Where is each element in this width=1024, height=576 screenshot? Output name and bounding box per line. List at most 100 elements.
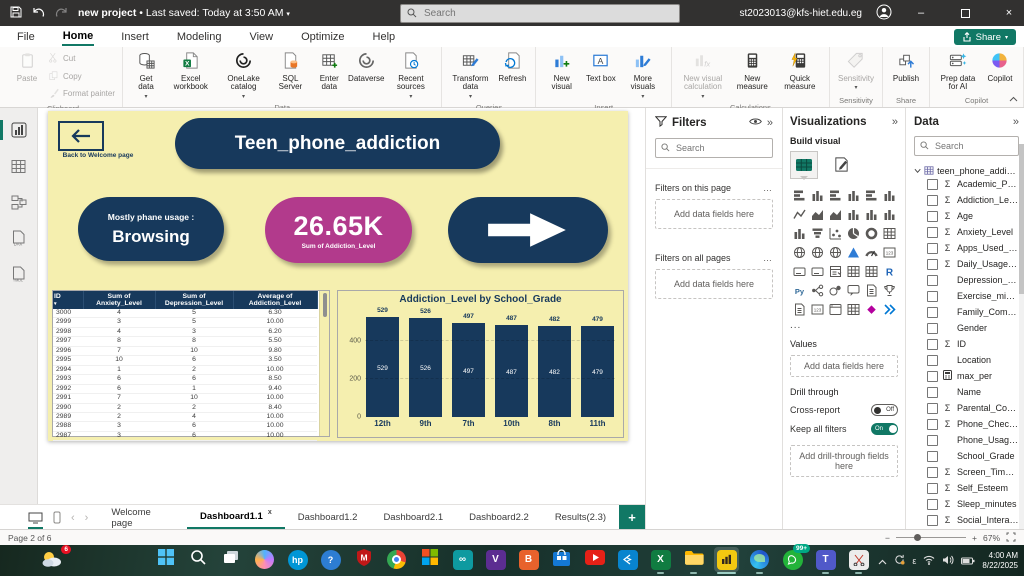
field-checkbox[interactable] — [927, 307, 938, 318]
field-location[interactable]: Location — [914, 352, 1019, 368]
next-page-arrow-button[interactable] — [448, 197, 608, 263]
field-checkbox[interactable] — [927, 195, 938, 206]
filters-all-more-icon[interactable]: … — [763, 253, 773, 263]
taskbar-hp-icon[interactable]: hp — [285, 547, 310, 572]
taskbar-widgets-icon[interactable] — [252, 547, 277, 572]
undo-icon[interactable] — [32, 6, 45, 21]
table-view-icon[interactable] — [0, 154, 37, 178]
field-name[interactable]: Name — [914, 384, 1019, 400]
cross-report-toggle[interactable]: Off — [871, 404, 898, 416]
clustered-bar-chart-icon[interactable] — [829, 189, 842, 204]
kpi-icon[interactable] — [811, 265, 824, 280]
decomposition-tree-icon[interactable] — [811, 284, 824, 299]
taskbar-arduino-icon[interactable]: ∞ — [450, 547, 475, 572]
clock[interactable]: 4:00 AM 8/22/2025 — [982, 551, 1018, 571]
chart-bar-group[interactable]: 482482 — [538, 313, 571, 417]
field-academic-per-[interactable]: ΣAcademic_Per... — [914, 176, 1019, 192]
power-automate-visual-icon[interactable] — [847, 303, 860, 318]
page-tab-dashboard2.1[interactable]: Dashboard2.1 — [370, 505, 456, 530]
chart-bar-group[interactable]: 529529 — [366, 313, 399, 417]
donut-chart-icon[interactable] — [865, 227, 878, 242]
field-max-per[interactable]: max_per — [914, 368, 1019, 384]
menu-item-file[interactable]: File — [16, 29, 36, 45]
field-age[interactable]: ΣAge — [914, 208, 1019, 224]
field-checkbox[interactable] — [927, 387, 938, 398]
search-input[interactable] — [422, 7, 673, 20]
field-checkbox[interactable] — [927, 371, 938, 382]
field-checkbox[interactable] — [927, 435, 938, 446]
q-and-a-icon[interactable] — [847, 284, 860, 299]
dax-query-view-icon[interactable]: DAX — [0, 226, 37, 250]
field-phone-checks-[interactable]: ΣPhone_Checks... — [914, 416, 1019, 432]
field-checkbox[interactable] — [927, 243, 938, 254]
taskbar-microsoft-365-icon[interactable] — [417, 547, 442, 572]
format-visual-tab[interactable] — [828, 151, 854, 177]
next-page-icon[interactable]: › — [85, 512, 89, 524]
field-checkbox[interactable] — [927, 275, 938, 286]
field-checkbox[interactable] — [927, 467, 938, 478]
project-title[interactable]: new project • Last saved: Today at 3:50 … — [78, 7, 290, 19]
menu-item-help[interactable]: Help — [372, 29, 397, 45]
new-page-button[interactable]: + — [619, 505, 645, 530]
multi-row-card-icon[interactable]: 123 — [883, 246, 896, 261]
power-automate-icon[interactable] — [883, 303, 896, 318]
close-button[interactable]: × — [994, 0, 1024, 26]
map-icon[interactable] — [793, 246, 806, 261]
filters-search-input[interactable] — [674, 142, 767, 154]
build-visual-tab[interactable] — [790, 151, 818, 179]
zoom-slider-thumb[interactable] — [914, 534, 921, 541]
field-family-comm-[interactable]: Family_Comm... — [914, 304, 1019, 320]
ribbon-button-sensitivity[interactable]: Sensitivity▾ — [837, 50, 875, 93]
menu-item-insert[interactable]: Insert — [120, 29, 150, 45]
sync-icon[interactable] — [894, 552, 905, 570]
taskbar-visual-studio-icon[interactable]: V — [483, 547, 508, 572]
menu-item-optimize[interactable]: Optimize — [300, 29, 345, 45]
field-checkbox[interactable] — [927, 339, 938, 350]
field-checkbox[interactable] — [927, 483, 938, 494]
ribbon-button-copy[interactable]: Copy — [48, 70, 115, 85]
kpi-phone-usage[interactable]: Mostly phane usage : Browsing — [78, 197, 224, 261]
page-tab-results-2.3-[interactable]: Results(2.3) — [542, 505, 619, 530]
field-screen-time-[interactable]: ΣScreen_Time_... — [914, 464, 1019, 480]
share-button[interactable]: Share ▾ — [954, 29, 1016, 45]
collapse-visualizations-icon[interactable]: » — [892, 116, 898, 128]
field-checkbox[interactable] — [927, 515, 938, 526]
field-anxiety-level[interactable]: ΣAnxiety_Level — [914, 224, 1019, 240]
close-tab-icon[interactable]: x — [268, 509, 272, 516]
drill-through-dropzone[interactable]: Add drill-through fields here — [790, 445, 898, 477]
zoom-slider[interactable] — [896, 537, 966, 538]
summary-table-visual[interactable]: ID▾Sum of Anxiety_LevelSum of Depression… — [52, 290, 330, 437]
page-tab-dashboard1.1[interactable]: Dashboard1.1x — [187, 505, 285, 530]
ribbon-button-cut[interactable]: Cut — [48, 52, 115, 67]
filters-page-dropzone[interactable]: Add data fields here — [655, 199, 773, 229]
field-checkbox[interactable] — [927, 179, 938, 190]
ribbon-button-text-box[interactable]: AText box — [585, 50, 617, 84]
field-exercise-minu-[interactable]: Exercise_minu... — [914, 288, 1019, 304]
eye-icon[interactable] — [749, 117, 762, 129]
card-icon[interactable] — [793, 265, 806, 280]
table-column-header[interactable]: Average of Addiction_Level — [233, 291, 317, 309]
chart-bar-group[interactable]: 526526 — [409, 313, 442, 417]
data-pane-scrollbar-thumb[interactable] — [1019, 144, 1024, 294]
taskbar-power-bi-icon[interactable] — [714, 547, 739, 572]
ribbon-button-new-visual-calculation[interactable]: fxNew visual calculation▾ — [679, 50, 727, 101]
model-view-icon[interactable] — [0, 190, 37, 214]
ribbon-button-refresh[interactable]: Refresh — [496, 50, 528, 84]
taskbar-task-view-icon[interactable] — [219, 547, 244, 572]
field-apps-used-d-[interactable]: ΣApps_Used_D... — [914, 240, 1019, 256]
keep-all-filters-toggle[interactable]: On — [871, 423, 898, 435]
ribbon-button-copilot[interactable]: Copilot — [984, 50, 1016, 84]
taskbar-file-explorer-icon[interactable] — [681, 547, 706, 572]
clustered-column-chart-icon[interactable] — [847, 189, 860, 204]
fit-to-page-icon[interactable] — [1006, 532, 1016, 544]
ribbon-button-format-painter[interactable]: Format painter — [48, 87, 115, 102]
taskbar-search-icon[interactable] — [186, 547, 211, 572]
table-scrollbar-thumb[interactable] — [323, 293, 327, 317]
collapse-filters-icon[interactable]: » — [767, 117, 773, 129]
field-parental-cont-[interactable]: ΣParental_Cont... — [914, 400, 1019, 416]
gauge-icon[interactable] — [865, 246, 878, 261]
taskbar-microsoft-store-icon[interactable] — [549, 547, 574, 572]
table-icon[interactable] — [847, 265, 860, 280]
language-indicator[interactable]: ε — [912, 556, 916, 566]
ribbon-button-get-data[interactable]: Get data▾ — [130, 50, 162, 101]
